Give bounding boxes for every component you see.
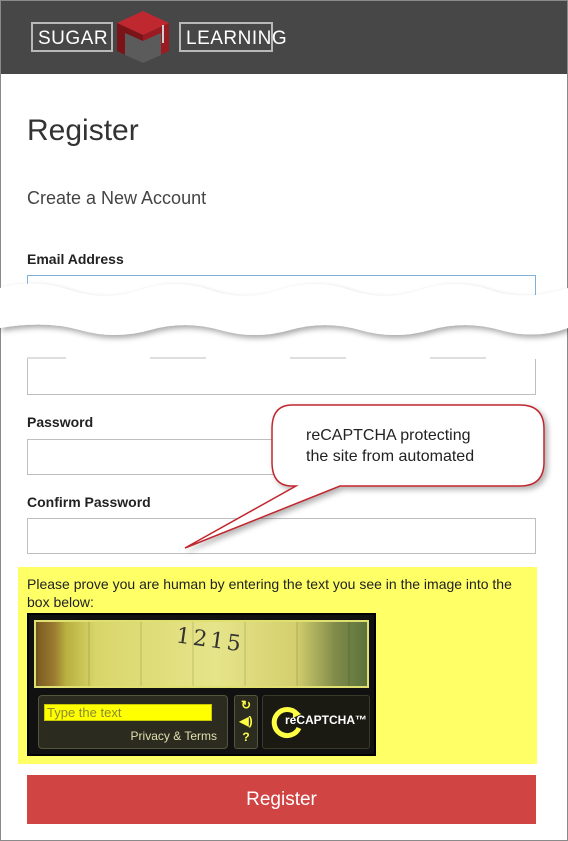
confirm-password-label: Confirm Password [27,494,151,510]
help-icon[interactable]: ? [235,730,257,744]
captcha-controls: ↻ ◀) ? [234,695,258,749]
password-label: Password [27,414,94,430]
captcha-input-panel: Type the text Privacy & Terms [38,695,228,749]
top-bar: SUGAR LEARNING [1,1,567,74]
graduation-cap-icon [117,11,169,63]
captcha-prompt: Please prove you are human by entering t… [27,576,512,610]
torn-edge-divider [0,283,568,359]
callout-line-1: reCAPTCHA protecting [306,427,471,444]
page-title: Register [27,114,139,147]
recaptcha-logo-text: reCAPTCHA™ [285,713,368,727]
email-label: Email Address [27,251,124,267]
recaptcha-widget: 1215 Type the text Privacy & Terms ↻ ◀) … [27,613,376,756]
audio-icon[interactable]: ◀) [235,714,257,728]
logo-text-left: SUGAR [31,22,113,52]
callout-line-2: the site from automated [306,448,475,465]
refresh-icon[interactable]: ↻ [235,698,257,712]
logo-text-right: LEARNING [179,22,287,52]
logo[interactable]: SUGAR LEARNING [31,9,287,63]
privacy-terms-link[interactable]: Privacy & Terms [131,729,217,743]
page-subtitle: Create a New Account [27,188,207,208]
captcha-image: 1215 [34,620,369,688]
confirm-password-field[interactable] [27,518,536,554]
confirm-email-field[interactable] [27,359,536,395]
callout-text: reCAPTCHA protecting the site from autom… [306,425,536,467]
recaptcha-logo: reCAPTCHA™ [262,695,370,749]
captcha-input[interactable]: Type the text [44,704,212,721]
register-button[interactable]: Register [27,775,536,824]
captcha-section: Please prove you are human by entering t… [18,567,537,764]
